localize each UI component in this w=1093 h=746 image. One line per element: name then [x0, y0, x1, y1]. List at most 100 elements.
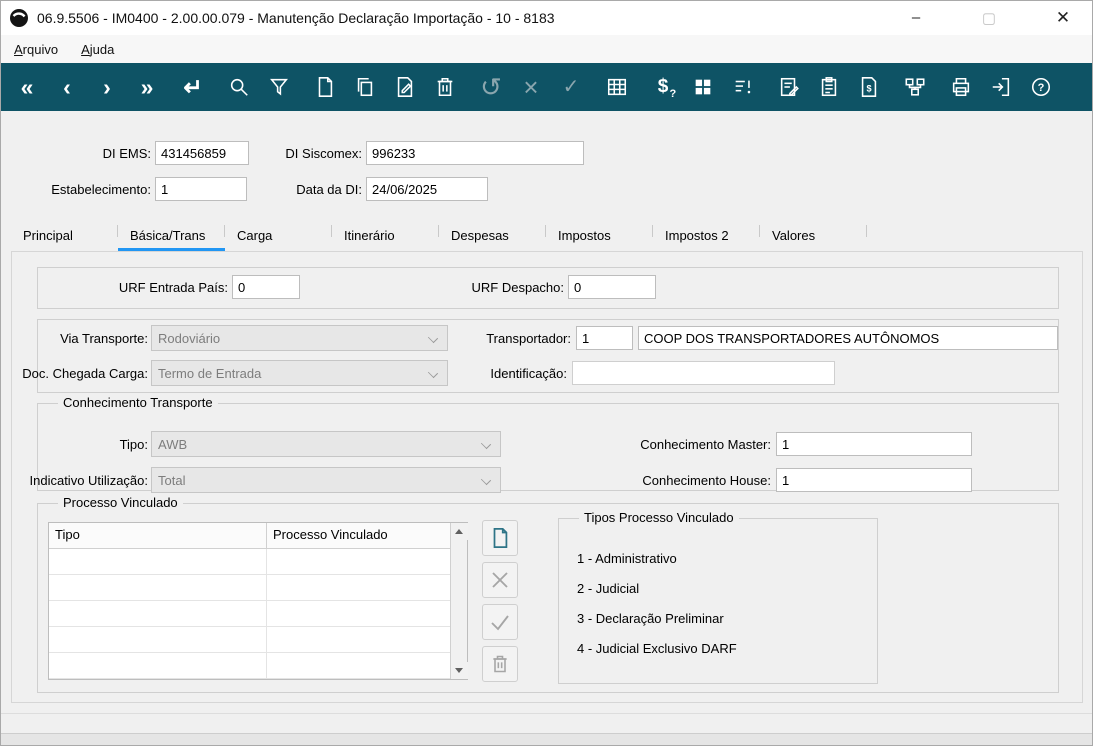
currency-query-icon[interactable]: $? — [650, 72, 677, 102]
tipo-select[interactable]: AWB — [151, 431, 501, 457]
urf-entrada-pais-input[interactable] — [232, 275, 300, 299]
tipo-item-judicial: 2 - Judicial — [577, 581, 640, 596]
tipo-item-administrativo: 1 - Administrativo — [577, 551, 677, 566]
menu-ajuda[interactable]: Ajuda — [71, 38, 124, 61]
table-header-row: Tipo Processo Vinculado — [49, 523, 450, 549]
prev-record-icon[interactable]: ‹ — [54, 72, 80, 102]
last-record-icon[interactable]: » — [134, 72, 160, 102]
toolbar: « ‹ › » ↵ ↺ × ✓ $? $ ? — [1, 63, 1092, 111]
tab-impostos[interactable]: Impostos — [546, 223, 653, 251]
chevron-down-icon — [427, 367, 439, 379]
table-icon[interactable] — [604, 72, 630, 102]
maximize-button[interactable]: ▢ — [964, 1, 1014, 34]
conhecimento-master-input[interactable] — [776, 432, 972, 456]
identificacao-input[interactable] — [572, 361, 835, 385]
column-header-processo-vinculado[interactable]: Processo Vinculado — [267, 523, 450, 548]
tipo-item-judicial-exclusivo-darf: 4 - Judicial Exclusivo DARF — [577, 641, 737, 656]
return-icon[interactable]: ↵ — [180, 72, 206, 102]
cancel-processo-button[interactable] — [482, 562, 518, 598]
svg-text:?: ? — [1038, 82, 1045, 94]
confirm-icon[interactable]: ✓ — [558, 72, 584, 102]
invoice-icon[interactable]: $ — [856, 72, 882, 102]
undo-icon[interactable]: ↺ — [478, 72, 504, 102]
identificacao-label: Identificação: — [490, 366, 567, 381]
estabelecimento-input[interactable] — [155, 177, 247, 201]
table-row[interactable] — [49, 601, 450, 627]
conhecimento-house-label: Conhecimento House: — [642, 473, 771, 488]
title-bar: 06.9.5506 - IM0400 - 2.00.00.079 - Manut… — [1, 1, 1092, 35]
menu-arquivo[interactable]: Arquivo — [4, 38, 68, 61]
filter-icon[interactable] — [266, 72, 292, 102]
estabelecimento-label: Estabelecimento: — [51, 182, 151, 197]
tab-impostos-2[interactable]: Impostos 2 — [653, 223, 760, 251]
di-siscomex-label: DI Siscomex: — [285, 146, 362, 161]
status-bar — [1, 733, 1092, 745]
transportador-codigo-input[interactable] — [576, 326, 633, 350]
tab-despesas[interactable]: Despesas — [439, 223, 546, 251]
add-record-icon[interactable] — [312, 72, 338, 102]
bottom-divider — [1, 713, 1092, 714]
app-logo-icon — [10, 9, 28, 27]
print-icon[interactable] — [948, 72, 974, 102]
delete-processo-button[interactable] — [482, 646, 518, 682]
column-header-tipo[interactable]: Tipo — [49, 523, 267, 548]
conhecimento-house-input[interactable] — [776, 468, 972, 492]
data-di-label: Data da DI: — [296, 182, 362, 197]
tipos-processo-group: Tipos Processo Vinculado 1 - Administrat… — [558, 510, 878, 684]
doc-chegada-carga-select[interactable]: Termo de Entrada — [151, 360, 448, 386]
close-button[interactable]: ✕ — [1038, 1, 1088, 34]
tab-principal[interactable]: Principal — [11, 223, 118, 251]
delete-record-icon[interactable] — [432, 72, 458, 102]
svg-text:$: $ — [866, 84, 871, 94]
chevron-down-icon — [480, 474, 492, 486]
di-ems-input[interactable] — [155, 141, 249, 165]
table-scrollbar[interactable] — [450, 523, 468, 679]
indicativo-utilizacao-select[interactable]: Total — [151, 467, 501, 493]
transportador-nome-input[interactable] — [638, 326, 1058, 350]
add-processo-button[interactable] — [482, 520, 518, 556]
processo-vinculado-table[interactable]: Tipo Processo Vinculado — [48, 522, 468, 680]
scroll-down-arrow[interactable] — [450, 662, 468, 679]
scroll-up-arrow[interactable] — [450, 523, 468, 540]
urf-entrada-pais-label: URF Entrada País: — [118, 280, 228, 295]
copy-record-icon[interactable] — [352, 72, 378, 102]
chevron-down-icon — [480, 438, 492, 450]
tab-valores[interactable]: Valores — [760, 223, 867, 251]
chevron-down-icon — [427, 332, 439, 344]
first-record-icon[interactable]: « — [14, 72, 40, 102]
clipboard-icon[interactable] — [816, 72, 842, 102]
tab-strip: Principal Básica/Trans Carga Itinerário … — [11, 223, 867, 251]
tab-carga[interactable]: Carga — [225, 223, 332, 251]
edit-record-icon[interactable] — [392, 72, 418, 102]
tab-basica-trans[interactable]: Básica/Trans — [118, 223, 225, 251]
di-siscomex-input[interactable] — [366, 141, 584, 165]
via-transporte-label: Via Transporte: — [60, 331, 148, 346]
hierarchy-icon[interactable] — [902, 72, 928, 102]
di-ems-label: DI EMS: — [102, 146, 151, 161]
data-di-input[interactable] — [366, 177, 488, 201]
notes-icon[interactable] — [776, 72, 802, 102]
help-icon[interactable]: ? — [1028, 72, 1054, 102]
layout-icon[interactable] — [690, 72, 716, 102]
next-record-icon[interactable]: › — [94, 72, 120, 102]
processo-vinculado-group: Processo Vinculado Tipo Processo Vincula… — [37, 495, 1059, 693]
cancel-icon[interactable]: × — [518, 72, 544, 102]
via-transporte-select[interactable]: Rodoviário — [151, 325, 448, 351]
urf-despacho-input[interactable] — [568, 275, 656, 299]
doc-chegada-carga-label: Doc. Chegada Carga: — [22, 366, 148, 381]
table-body: Tipo Processo Vinculado — [49, 523, 450, 679]
tab-itinerario[interactable]: Itinerário — [332, 223, 439, 251]
sort-exclamation-icon[interactable] — [730, 72, 756, 102]
search-icon[interactable] — [226, 72, 252, 102]
exit-icon[interactable] — [988, 72, 1014, 102]
app-window: 06.9.5506 - IM0400 - 2.00.00.079 - Manut… — [0, 0, 1093, 746]
table-row[interactable] — [49, 549, 450, 575]
table-row[interactable] — [49, 627, 450, 653]
confirm-processo-button[interactable] — [482, 604, 518, 640]
processo-vinculado-group-title: Processo Vinculado — [58, 495, 183, 510]
tipos-processo-group-title: Tipos Processo Vinculado — [579, 510, 739, 525]
table-row[interactable] — [49, 653, 450, 679]
conhecimento-group-title: Conhecimento Transporte — [58, 395, 218, 410]
table-row[interactable] — [49, 575, 450, 601]
minimize-button[interactable]: – — [891, 1, 941, 34]
